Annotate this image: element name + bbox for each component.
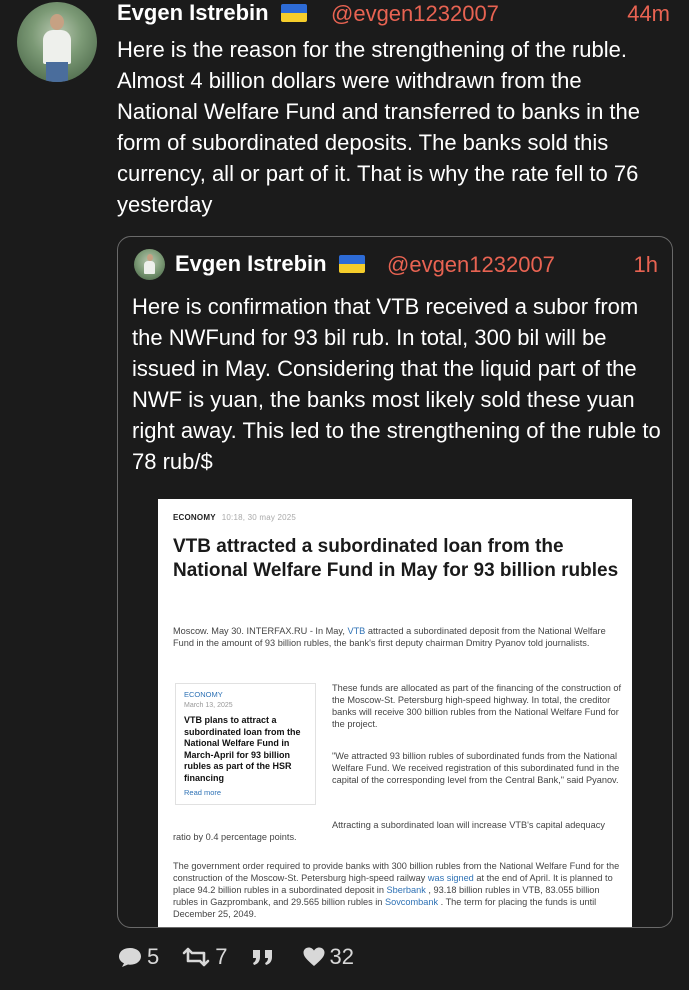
quote-icon	[252, 950, 272, 965]
article-datetime: 10:18, 30 may 2025	[221, 513, 297, 522]
related-category: ECONOMY	[184, 690, 223, 699]
quote-author-handle[interactable]: @evgen1232007	[387, 252, 555, 278]
article-screenshot[interactable]: ECONOMY 10:18, 30 may 2025 VTB attracted …	[158, 499, 632, 927]
article-lead-text-1: Moscow. May 30. INTERFAX.RU - In May,	[173, 626, 348, 636]
quote-author-avatar[interactable]	[134, 249, 165, 280]
retweet-icon	[182, 947, 210, 967]
author-name-text[interactable]: Evgen Istrebin	[117, 0, 269, 25]
quote-author-name[interactable]: Evgen Istrebin	[175, 251, 365, 277]
author-avatar[interactable]	[17, 2, 97, 82]
heart-icon	[303, 947, 324, 966]
like-count: 32	[329, 944, 354, 969]
quoted-tweet[interactable]: Evgen Istrebin @evgen1232007 1h Here is …	[117, 236, 673, 928]
reply-button[interactable]: 5	[117, 944, 159, 970]
article-meta: ECONOMY 10:18, 30 may 2025	[173, 513, 296, 522]
author-handle[interactable]: @evgen1232007	[331, 1, 499, 27]
article-paragraph-2: These funds are allocated as part of the…	[332, 683, 622, 729]
vtb-link[interactable]: VTB	[347, 626, 365, 636]
was-signed-link[interactable]: was signed	[428, 873, 474, 883]
like-button[interactable]: 32	[302, 944, 354, 970]
ukraine-flag-icon	[338, 255, 365, 273]
ukraine-flag-icon	[280, 4, 307, 22]
article-lead: Moscow. May 30. INTERFAX.RU - In May, VT…	[173, 625, 619, 649]
author-name[interactable]: Evgen Istrebin	[117, 0, 307, 26]
tweet-text: Here is the reason for the strengthening…	[117, 37, 641, 217]
sberbank-link[interactable]: Sberbank	[387, 885, 426, 895]
reply-count: 5	[147, 944, 160, 969]
article-paragraph-5: The government order required to provide…	[173, 860, 623, 920]
quote-time[interactable]: 1h	[634, 252, 658, 278]
quote-author-name-text[interactable]: Evgen Istrebin	[175, 251, 327, 276]
article-title: VTB attracted a subordinated loan from t…	[173, 536, 619, 581]
quote-button[interactable]	[250, 946, 280, 968]
article-section: ECONOMY	[173, 513, 216, 522]
related-title[interactable]: VTB plans to attract a subordinated loan…	[184, 715, 307, 784]
read-more-link[interactable]: Read more	[184, 788, 307, 797]
retweet-count: 7	[215, 944, 228, 969]
quote-text: Here is confirmation that VTB received a…	[132, 294, 661, 474]
tweet-time[interactable]: 44m	[627, 1, 670, 27]
speech-bubble-icon	[119, 948, 141, 967]
article-paragraph-3: "We attracted 93 billion rubles of subor…	[332, 751, 620, 785]
retweet-button[interactable]: 7	[181, 944, 228, 970]
sovcombank-link[interactable]: Sovcombank	[385, 897, 438, 907]
article-paragraph-4: Attracting a subordinated loan will incr…	[173, 820, 605, 842]
related-date: March 13, 2025	[184, 702, 233, 709]
tweet-actions: 5 7 32	[117, 944, 376, 970]
related-article-card[interactable]: ECONOMY March 13, 2025 VTB plans to attr…	[175, 683, 316, 805]
